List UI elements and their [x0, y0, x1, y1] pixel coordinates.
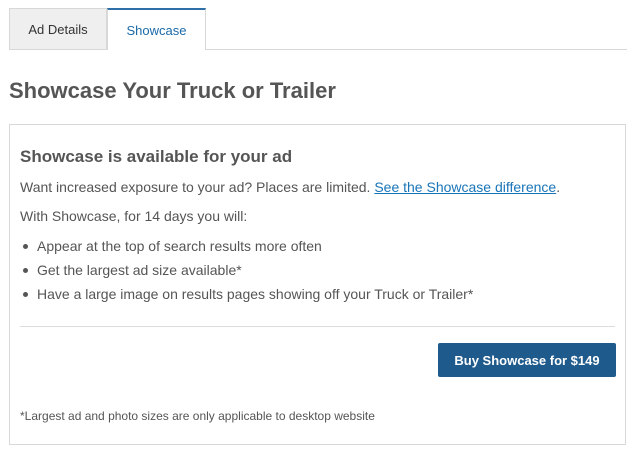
list-item: Have a large image on results pages show…: [20, 283, 473, 307]
tab-bar: Ad Details Showcase: [9, 8, 627, 50]
benefits-list: Appear at the top of search results more…: [20, 235, 473, 307]
tab-showcase-label: Showcase: [126, 22, 187, 38]
list-item: Appear at the top of search results more…: [20, 235, 473, 259]
footnote: *Largest ad and photo sizes are only app…: [20, 409, 375, 423]
divider: [20, 326, 615, 327]
intro-paragraph: Want increased exposure to your ad? Plac…: [20, 179, 560, 195]
page-title: Showcase Your Truck or Trailer: [9, 78, 336, 103]
benefits-lead: With Showcase, for 14 days you will:: [20, 208, 248, 224]
tab-ad-details[interactable]: Ad Details: [9, 8, 107, 49]
tab-showcase[interactable]: Showcase: [107, 8, 206, 50]
tab-ad-details-label: Ad Details: [28, 21, 88, 37]
intro-text: Want increased exposure to your ad? Plac…: [20, 179, 375, 195]
showcase-panel: Showcase is available for your ad Want i…: [9, 124, 626, 445]
showcase-difference-link[interactable]: See the Showcase difference: [374, 179, 556, 195]
panel-heading: Showcase is available for your ad: [20, 147, 293, 166]
buy-showcase-button[interactable]: Buy Showcase for $149: [438, 343, 616, 377]
intro-end: .: [556, 179, 561, 195]
list-item: Get the largest ad size available*: [20, 259, 473, 283]
